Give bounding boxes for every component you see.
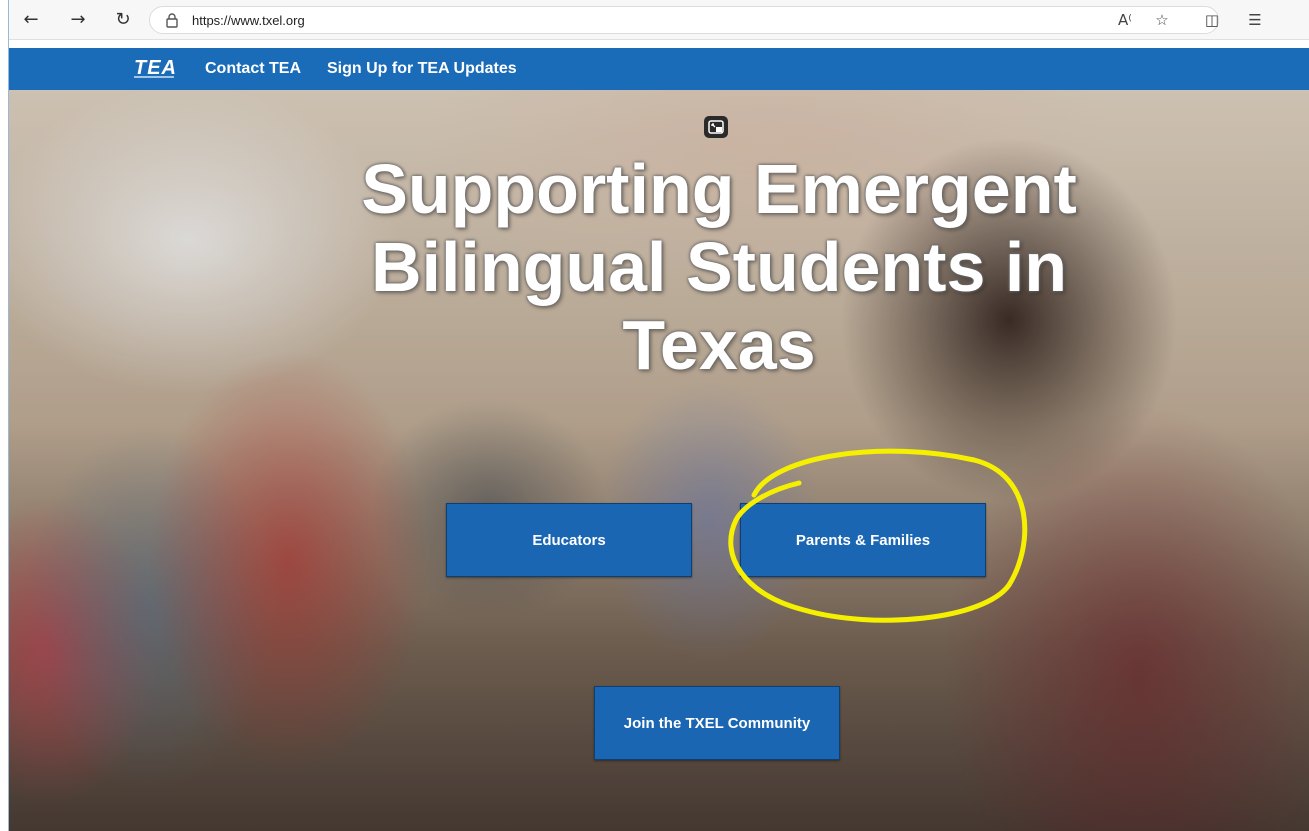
address-bar[interactable]: https://www.txel.org	[149, 6, 1219, 34]
split-screen-icon[interactable]: ◫	[1201, 9, 1223, 31]
join-txel-community-button[interactable]: Join the TXEL Community	[594, 686, 840, 760]
favorite-star-icon[interactable]: ☆	[1151, 9, 1173, 31]
hero-section: Supporting Emergent Bilingual Students i…	[9, 90, 1309, 831]
hero-title-line-1: Supporting Emergent	[361, 150, 1077, 228]
tea-logo[interactable]: TEA	[134, 57, 188, 83]
nav-contact-tea[interactable]: Contact TEA	[205, 60, 301, 78]
read-aloud-icon[interactable]: A⁽	[1114, 9, 1136, 31]
lock-icon	[166, 13, 178, 28]
hero-title-line-2: Bilingual Students in	[370, 228, 1068, 306]
hero-title-line-3: Texas	[622, 306, 816, 384]
forward-arrow-icon[interactable]: →	[66, 8, 90, 32]
favorites-list-icon[interactable]: ☰	[1244, 9, 1266, 31]
nav-signup-updates[interactable]: Sign Up for TEA Updates	[327, 60, 517, 78]
hero-title: Supporting Emergent Bilingual Students i…	[309, 150, 1129, 384]
picture-in-picture-icon[interactable]	[704, 116, 728, 138]
url-text: https://www.txel.org	[192, 13, 305, 28]
educators-button[interactable]: Educators	[446, 503, 692, 577]
back-arrow-icon[interactable]: ←	[19, 8, 43, 32]
tea-logo-underline	[134, 76, 174, 78]
site-header: TEA Contact TEA Sign Up for TEA Updates	[9, 48, 1309, 90]
browser-toolbar: ← → ↻ https://www.txel.org A⁽ ☆ ◫ ☰	[9, 0, 1309, 40]
refresh-icon[interactable]: ↻	[111, 8, 135, 32]
page-frame: ← → ↻ https://www.txel.org A⁽ ☆ ◫ ☰ TEA …	[8, 0, 1309, 831]
pip-glyph-icon	[708, 120, 724, 134]
parents-families-button[interactable]: Parents & Families	[740, 503, 986, 577]
